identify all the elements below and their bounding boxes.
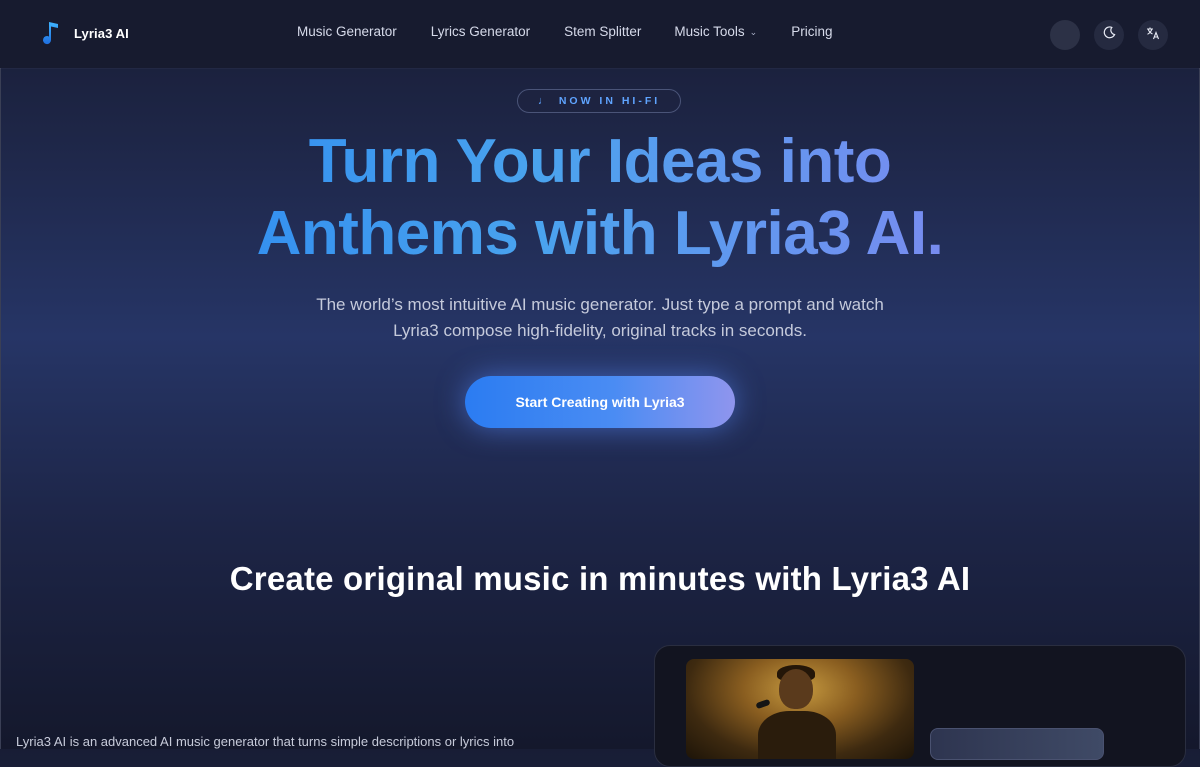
nav-music-generator[interactable]: Music Generator	[297, 24, 397, 39]
avatar[interactable]	[1050, 20, 1080, 50]
singer-photo	[686, 659, 914, 759]
nav-pricing-label: Pricing	[791, 24, 833, 39]
nav-music-tools-dropdown[interactable]: Music Tools ⌄	[674, 24, 757, 39]
section-title: Create original music in minutes with Ly…	[229, 560, 971, 597]
brand-name: Lyria3 AI	[74, 25, 129, 41]
main-nav: Music Generator Lyrics Generator Stem Sp…	[297, 24, 832, 39]
moon-icon	[1103, 26, 1116, 44]
nav-music-tools-label: Music Tools	[674, 24, 745, 39]
hero-badge: ♩ NOW IN HI-FI	[517, 89, 681, 113]
hero-subtitle: The world’s most intuitive AI music gene…	[316, 295, 884, 340]
nav-lyrics-generator-label: Lyrics Generator	[430, 24, 531, 39]
music-note-icon: ♩	[537, 95, 549, 107]
nav-lyrics-generator[interactable]: Lyrics Generator	[431, 24, 530, 39]
hero-title-line-1: Turn Your Ideas into	[308, 127, 892, 196]
theme-toggle-button[interactable]	[1094, 20, 1124, 50]
section-body-text: Lyria3 AI is an advanced AI music genera…	[16, 734, 515, 749]
nav-stem-splitter[interactable]: Stem Splitter	[564, 24, 641, 39]
nav-music-generator-label: Music Generator	[297, 24, 397, 39]
nav-pricing[interactable]: Pricing	[791, 24, 832, 39]
hero-badge-text: NOW IN HI-FI	[558, 95, 661, 107]
start-creating-button[interactable]: Start Creating with Lyria3	[465, 376, 735, 428]
top-navbar: Lyria3 AI Music Generator Lyrics Generat…	[0, 0, 1200, 68]
music-note-icon	[40, 20, 60, 46]
hero-title: Turn Your Ideas into Anthems with Lyria3…	[0, 126, 1200, 270]
brand-logo[interactable]: Lyria3 AI	[40, 20, 129, 46]
language-button[interactable]	[1138, 20, 1168, 50]
nav-actions	[1050, 20, 1168, 50]
chevron-down-icon: ⌄	[749, 27, 758, 37]
media-thumbnail	[930, 728, 1104, 760]
hero-title-line-2: Anthems with Lyria3 AI.	[256, 199, 944, 268]
translate-icon	[1146, 26, 1160, 45]
nav-stem-splitter-label: Stem Splitter	[564, 24, 642, 39]
